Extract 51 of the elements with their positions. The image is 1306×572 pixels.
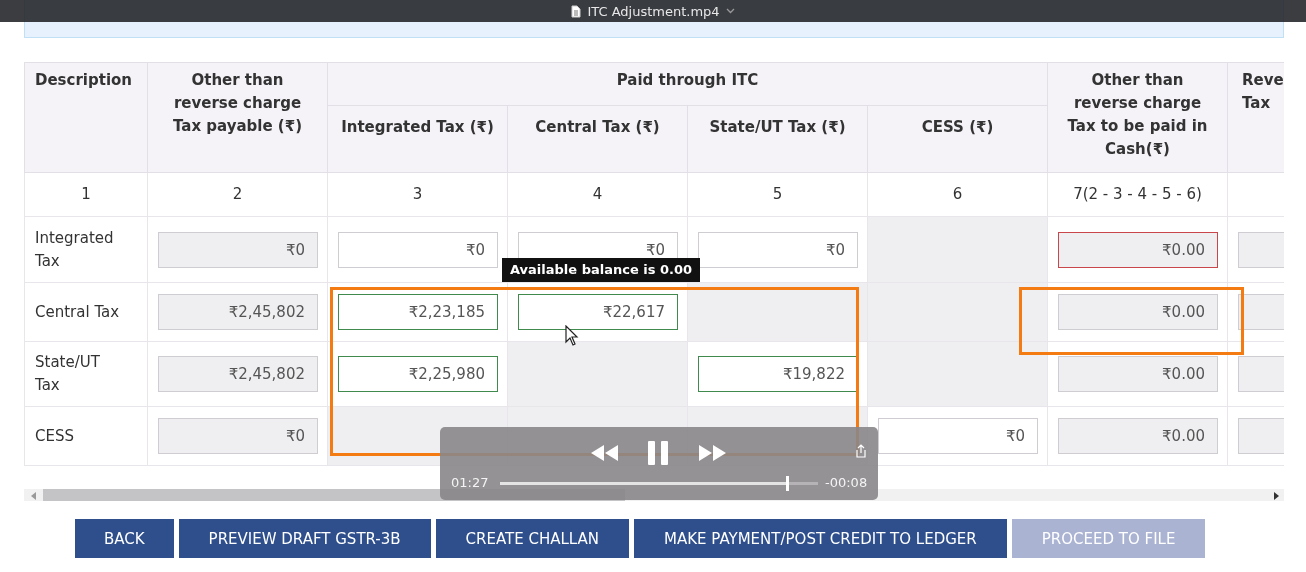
amount-field[interactable]: ₹0 bbox=[158, 231, 318, 268]
chevron-down-icon[interactable] bbox=[725, 8, 735, 14]
column-header: Integrated Tax (₹) bbox=[327, 105, 508, 173]
column-header: Reve Tax bbox=[1227, 62, 1284, 173]
column-number: 7(2 - 3 - 4 - 5 - 6) bbox=[1072, 184, 1203, 205]
column-header: Central Tax (₹) bbox=[507, 105, 688, 173]
column-header: State/UT Tax (₹) bbox=[687, 105, 868, 173]
row-label: State/UT Tax bbox=[35, 352, 101, 396]
amount-field[interactable]: ₹0.00 bbox=[1058, 356, 1218, 392]
amount-field[interactable]: ₹0.00 bbox=[1058, 294, 1218, 330]
amount-field[interactable]: ₹22,617 bbox=[518, 294, 678, 330]
column-number: 6 bbox=[951, 184, 964, 205]
amount-field[interactable]: ₹2,23,185 bbox=[338, 294, 498, 330]
action-button[interactable]: MAKE PAYMENT/POST CREDIT TO LEDGER bbox=[634, 519, 1007, 558]
amount-field[interactable]: ₹19,822 bbox=[698, 356, 858, 392]
column-header: Other than reverse charge Tax to be paid in Cash(₹) bbox=[1047, 62, 1228, 173]
row-label: Integrated Tax bbox=[35, 227, 115, 272]
amount-field[interactable]: ₹2,25,980 bbox=[338, 356, 498, 392]
scroll-left-icon[interactable] bbox=[30, 492, 38, 500]
column-header: Other than reverse charge Tax payable (₹) bbox=[147, 62, 328, 173]
document-icon bbox=[571, 4, 582, 18]
amount-field[interactable]: ₹0.00 bbox=[1058, 418, 1218, 454]
rewind-icon[interactable] bbox=[591, 445, 619, 461]
column-number: 5 bbox=[771, 184, 784, 205]
amount-field[interactable]: ₹0 bbox=[158, 418, 318, 454]
column-number: 3 bbox=[411, 184, 424, 205]
column-header: Description bbox=[24, 62, 148, 173]
amount-field[interactable]: ₹2,45,802 bbox=[158, 356, 318, 392]
row-label: CESS bbox=[35, 425, 75, 447]
amount-field[interactable]: ₹2,45,802 bbox=[158, 294, 318, 330]
column-number: 4 bbox=[591, 184, 604, 205]
column-header: Paid through ITC bbox=[327, 62, 1048, 106]
tooltip: Available balance is 0.00 bbox=[502, 258, 701, 282]
pause-icon[interactable] bbox=[648, 441, 668, 465]
action-button[interactable]: CREATE CHALLAN bbox=[435, 519, 630, 558]
column-number: 1 bbox=[80, 184, 92, 205]
window-title: ITC Adjustment.mp4 bbox=[587, 3, 720, 19]
amount-field[interactable]: ₹0 bbox=[698, 231, 858, 268]
column-number: 2 bbox=[231, 184, 244, 205]
amount-field[interactable]: ₹0 bbox=[338, 231, 498, 268]
row-label: Central Tax bbox=[35, 301, 121, 323]
fast-forward-icon[interactable] bbox=[698, 445, 726, 461]
column-header: CESS (₹) bbox=[867, 105, 1048, 173]
amount-field[interactable]: ₹0 bbox=[878, 418, 1038, 454]
scroll-right-icon[interactable] bbox=[1272, 492, 1280, 500]
elapsed-time: 01:27 bbox=[451, 475, 489, 490]
share-icon[interactable] bbox=[855, 444, 867, 458]
amount-field[interactable]: ₹0.00 bbox=[1058, 231, 1218, 268]
remaining-time: -00:08 bbox=[825, 475, 868, 490]
action-button[interactable]: PREVIEW DRAFT GSTR-3B bbox=[178, 519, 431, 558]
action-button[interactable]: BACK bbox=[75, 519, 174, 558]
